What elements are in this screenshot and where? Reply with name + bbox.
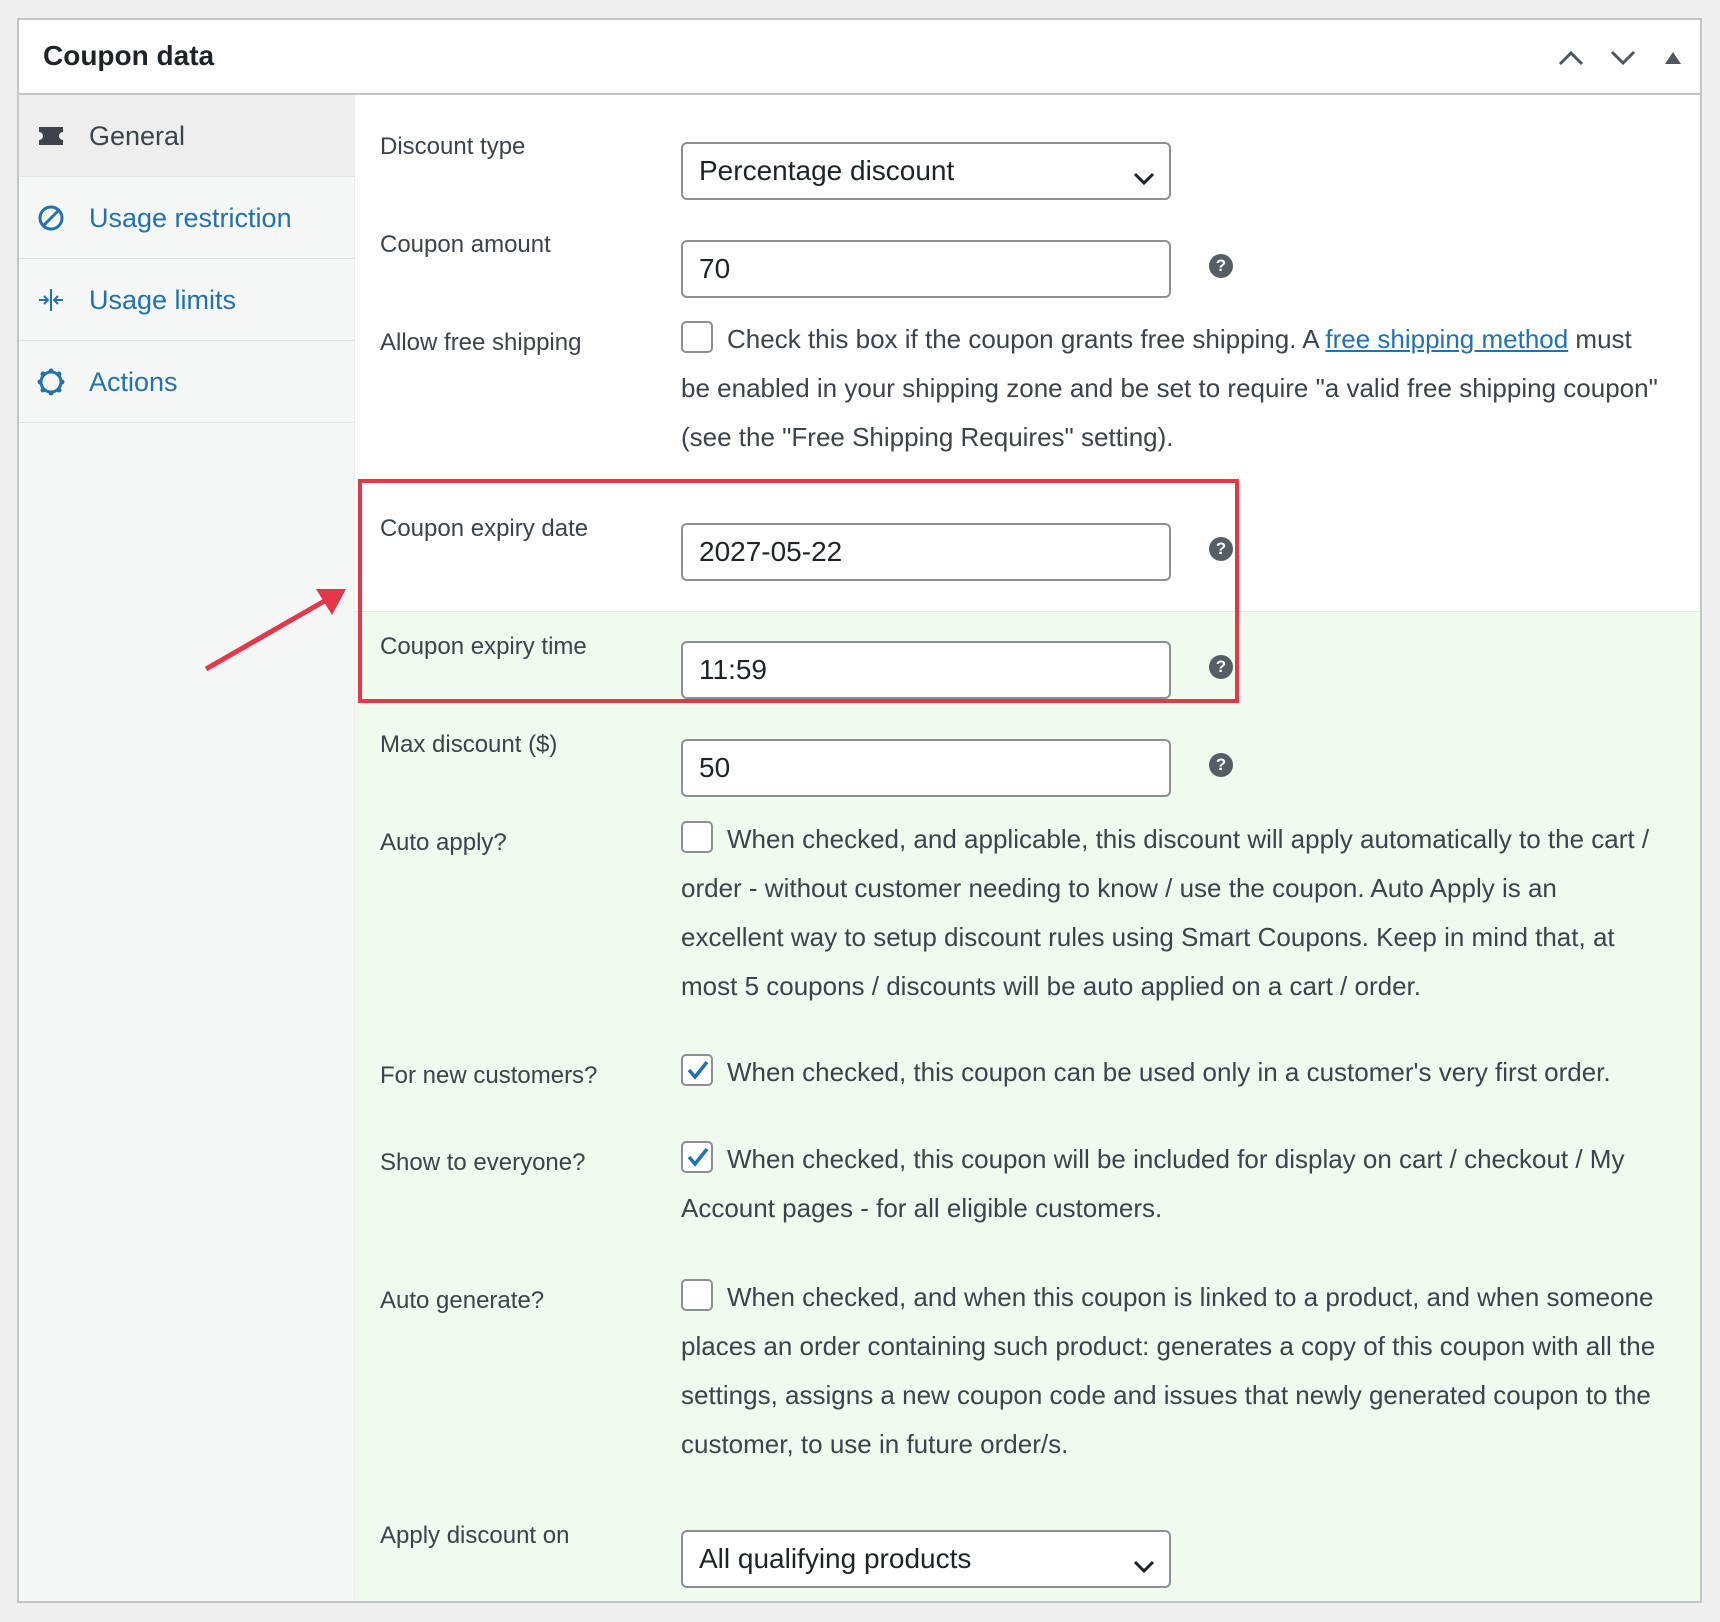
tab-actions[interactable]: Actions <box>19 341 355 423</box>
free-shipping-label: Allow free shipping <box>380 329 582 356</box>
help-icon[interactable]: ? <box>1209 537 1233 561</box>
coupon-tabs-sidebar: General Usage restriction Usage limits A… <box>19 95 355 1601</box>
tab-usage-limits[interactable]: Usage limits <box>19 259 355 341</box>
checkmark-icon <box>687 1061 709 1080</box>
move-up-icon[interactable] <box>1553 42 1589 74</box>
tab-general[interactable]: General <box>19 95 355 177</box>
help-icon[interactable]: ? <box>1209 655 1233 679</box>
apply-discount-on-label: Apply discount on <box>380 1522 570 1549</box>
expiry-time-input[interactable]: 11:59 <box>681 641 1171 699</box>
chevron-down-icon <box>1133 161 1155 193</box>
coupon-data-panel: Coupon data General Usage restriction Us… <box>17 18 1702 1603</box>
apply-discount-on-value: All qualifying products <box>699 1543 972 1574</box>
coupon-amount-label: Coupon amount <box>380 231 551 258</box>
new-customers-row: When checked, this coupon can be used on… <box>681 1048 1661 1097</box>
arrows-in-icon <box>37 286 65 314</box>
new-customers-text: When checked, this coupon can be used on… <box>727 1057 1611 1087</box>
panel-header: Coupon data <box>19 20 1700 95</box>
show-everyone-row: When checked, this coupon will be includ… <box>681 1135 1661 1233</box>
help-icon[interactable]: ? <box>1209 753 1233 777</box>
checkmark-icon <box>687 1148 709 1167</box>
new-customers-label: For new customers? <box>380 1062 598 1089</box>
auto-apply-text: When checked, and applicable, this disco… <box>681 824 1650 1001</box>
auto-apply-row: When checked, and applicable, this disco… <box>681 815 1661 1011</box>
free-shipping-text-before: Check this box if the coupon grants free… <box>727 324 1326 354</box>
free-shipping-checkbox[interactable] <box>681 321 713 354</box>
annotation-arrow-icon <box>204 589 346 672</box>
chevron-down-icon <box>1133 1549 1155 1581</box>
discount-type-label: Discount type <box>380 133 526 160</box>
move-down-icon[interactable] <box>1605 42 1641 74</box>
max-discount-input[interactable]: 50 <box>681 739 1171 797</box>
max-discount-label: Max discount ($) <box>380 731 558 758</box>
tab-usage-restriction[interactable]: Usage restriction <box>19 177 355 259</box>
free-shipping-row: Check this box if the coupon grants free… <box>681 315 1661 462</box>
no-entry-icon <box>37 204 65 232</box>
tab-actions-label: Actions <box>89 367 178 397</box>
help-icon[interactable]: ? <box>1209 254 1233 278</box>
tab-general-label: General <box>89 121 186 151</box>
auto-generate-label: Auto generate? <box>380 1287 545 1314</box>
tab-usage-restriction-label: Usage restriction <box>89 203 292 233</box>
apply-discount-on-select[interactable]: All qualifying products <box>681 1530 1171 1588</box>
expiry-time-label: Coupon expiry time <box>380 633 587 660</box>
show-everyone-text: When checked, this coupon will be includ… <box>681 1144 1625 1223</box>
coupon-amount-input[interactable]: 70 <box>681 240 1171 298</box>
show-everyone-checkbox[interactable] <box>681 1141 713 1174</box>
new-customers-checkbox[interactable] <box>681 1054 713 1087</box>
general-tab-content: Discount type Percentage discount Coupon… <box>355 95 1700 1601</box>
gear-icon <box>37 368 65 396</box>
expiry-date-label: Coupon expiry date <box>380 515 589 542</box>
expiry-date-input[interactable]: 2027-05-22 <box>681 523 1171 581</box>
ticket-icon <box>37 122 65 150</box>
discount-type-select[interactable]: Percentage discount <box>681 142 1171 200</box>
auto-generate-row: When checked, and when this coupon is li… <box>681 1273 1661 1469</box>
toggle-panel-icon[interactable] <box>1655 42 1691 74</box>
auto-generate-text: When checked, and when this coupon is li… <box>681 1282 1656 1459</box>
show-everyone-label: Show to everyone? <box>380 1149 586 1176</box>
panel-title: Coupon data <box>43 40 215 71</box>
auto-apply-label: Auto apply? <box>380 829 507 856</box>
discount-type-value: Percentage discount <box>699 155 955 186</box>
free-shipping-method-link[interactable]: free shipping method <box>1325 324 1568 354</box>
auto-generate-checkbox[interactable] <box>681 1279 713 1312</box>
auto-apply-checkbox[interactable] <box>681 821 713 854</box>
tab-usage-limits-label: Usage limits <box>89 285 237 315</box>
